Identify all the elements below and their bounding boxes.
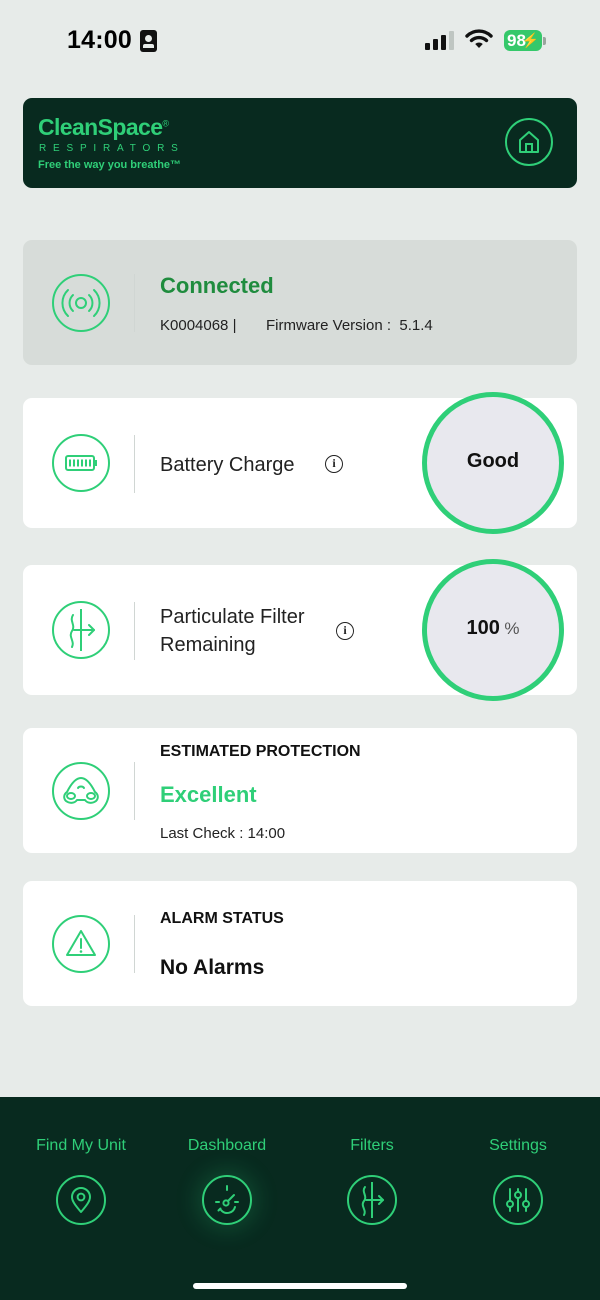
firmware-number: 5.1.4 [399,317,433,334]
battery-icon [65,455,97,471]
app-header: CleanSpace® RESPIRATORS Free the way you… [23,98,577,188]
alarm-card: ALARM STATUS No Alarms [23,881,577,1006]
card-divider [134,602,135,660]
nav-label: Settings [489,1137,547,1154]
nav-dashboard[interactable]: Dashboard [152,1097,302,1237]
connection-card: Connected K0004068 | Firmware Version : … [23,240,577,365]
card-divider [134,274,135,332]
filter-gauge: 100 % [422,559,564,701]
nav-settings[interactable]: Settings [443,1097,593,1237]
signal-icon [425,30,457,50]
alarm-value: No Alarms [160,956,265,979]
protection-value: Excellent [160,782,257,807]
nav-label: Find My Unit [36,1137,126,1154]
filter-label: Particulate Filter Remaining [160,603,305,659]
home-indicator[interactable] [193,1283,407,1289]
brand-logo: CleanSpace® [38,114,169,141]
nav-label: Filters [350,1137,394,1154]
brand-subtitle: RESPIRATORS [39,143,185,154]
battery-status-icon: 98 ⚡ [504,30,542,51]
battery-info-icon[interactable]: i [325,455,343,473]
firmware-label: Firmware Version : [266,317,392,334]
device-serial: K0004068 | [160,317,237,334]
protection-card: ESTIMATED PROTECTION Excellent Last Chec… [23,728,577,853]
nav-icon-wrap [493,1175,543,1225]
battery-value: Good [466,450,520,472]
firmware-version: Firmware Version : 5.1.4 [266,317,433,334]
status-time: 14:00 [67,26,132,54]
filter-value: 100 [466,617,500,639]
filter-icon [69,609,95,651]
wireless-signal-icon [61,289,101,317]
protection-icon-wrap [52,762,110,820]
protection-title: ESTIMATED PROTECTION [160,743,361,760]
connection-status: Connected [160,273,274,298]
location-pin-icon [71,1187,91,1213]
warning-triangle-icon [66,930,96,956]
battery-gauge: Good [422,392,564,534]
id-badge-icon [140,30,157,52]
home-button[interactable] [505,118,553,166]
filter-icon [361,1182,384,1218]
charging-bolt-icon: ⚡ [521,32,539,48]
nav-icon-wrap [56,1175,106,1225]
filter-card: Particulate Filter Remaining i 100 % [23,559,577,701]
brand-name: CleanSpace [38,114,163,140]
nav-label: Dashboard [187,1137,267,1154]
wifi-icon [465,29,493,48]
sliders-icon [506,1188,530,1212]
alarm-icon-wrap [52,915,110,973]
nav-find-my-unit[interactable]: Find My Unit [6,1097,156,1237]
status-bar: 14:00 98 ⚡ [0,0,600,80]
alarm-title: ALARM STATUS [160,910,284,927]
filter-icon-wrap [52,601,110,659]
battery-label: Battery Charge [160,454,295,476]
brand-registered-mark: ® [162,118,169,129]
card-divider [134,435,135,493]
battery-card: Battery Charge i Good [23,392,577,534]
card-divider [134,762,135,820]
nav-filters[interactable]: Filters [297,1097,447,1237]
respirator-mask-icon [63,777,99,804]
filter-info-icon[interactable]: i [336,622,354,640]
card-divider [134,915,135,973]
battery-tip [543,37,546,45]
gauge-icon [215,1185,239,1214]
bottom-nav: Find My Unit Dashboard Filters Settings [0,1097,600,1300]
nav-icon-wrap [202,1175,252,1225]
home-icon [519,131,539,153]
filter-label-line2: Remaining [160,634,256,656]
connection-icon-wrap [52,274,110,332]
filter-label-line1: Particulate Filter [160,606,305,628]
brand-tagline: Free the way you breathe™ [38,159,182,171]
last-check: Last Check : 14:00 [160,825,286,842]
battery-icon-wrap [52,434,110,492]
filter-unit: % [504,619,520,638]
nav-icon-wrap [347,1175,397,1225]
